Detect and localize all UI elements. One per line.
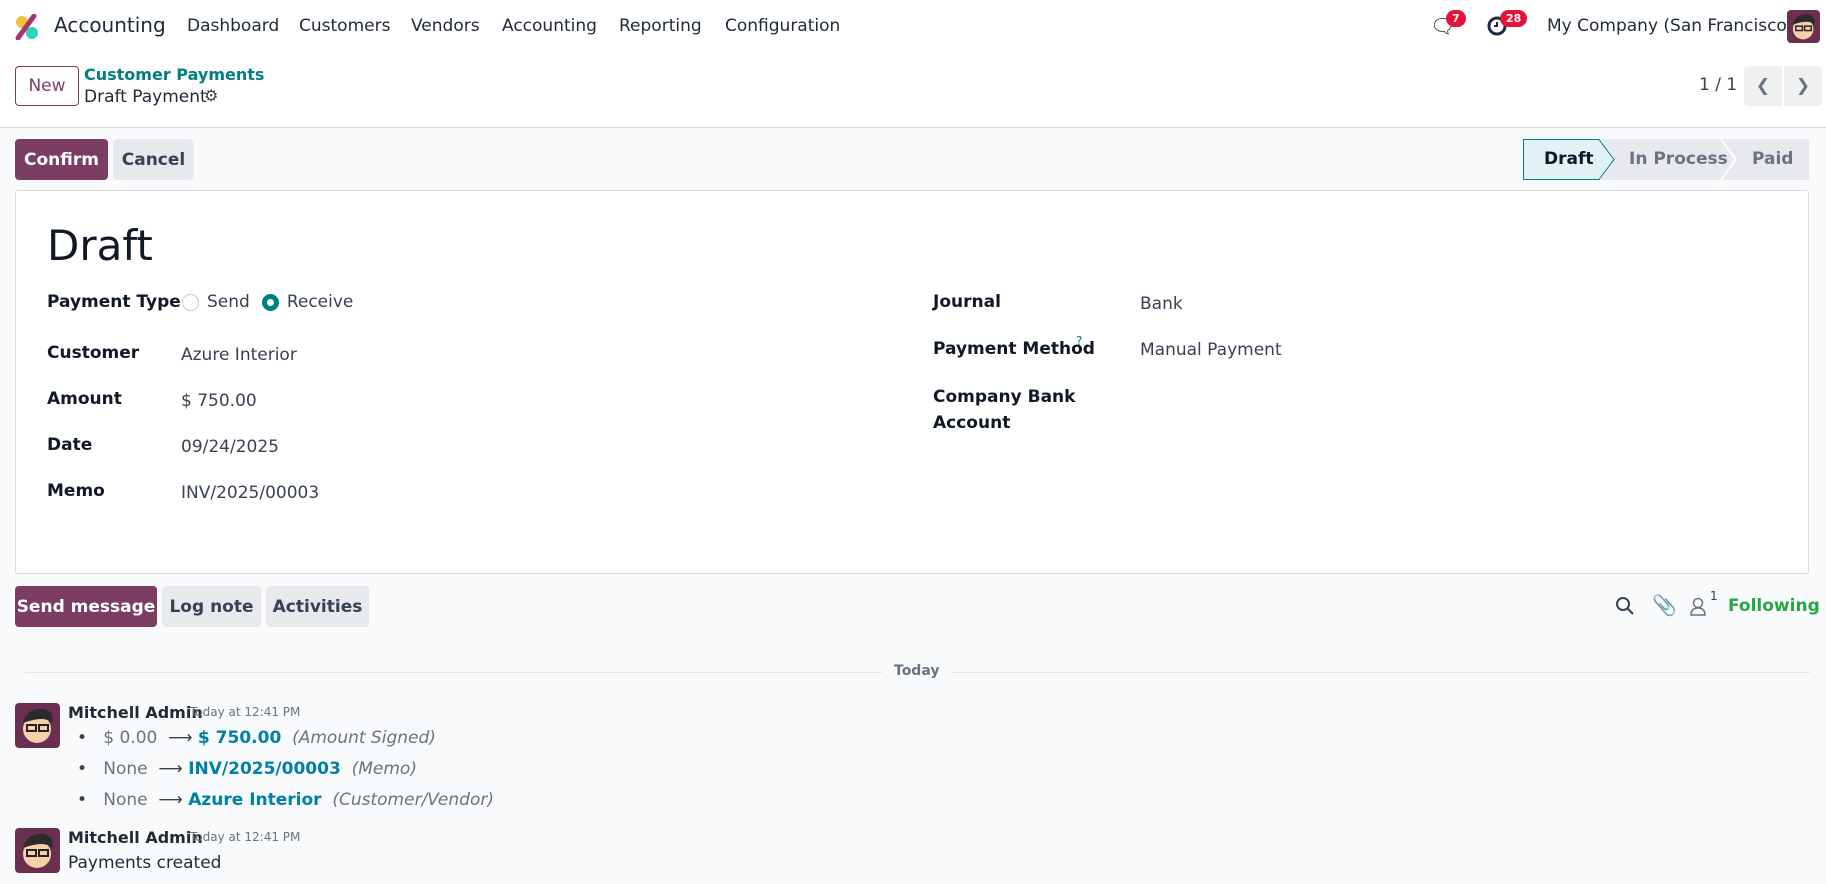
status-in-process[interactable]: In Process bbox=[1629, 149, 1728, 169]
activities-badge: 28 bbox=[1500, 10, 1528, 27]
menu-vendors[interactable]: Vendors bbox=[411, 16, 480, 36]
tracking-change: • None ⟶ INV/2025/00003 (Memo) bbox=[77, 759, 417, 779]
gear-icon[interactable]: ⚙ bbox=[204, 86, 218, 105]
author-avatar[interactable] bbox=[15, 703, 60, 748]
cancel-button[interactable]: Cancel bbox=[113, 139, 194, 180]
radio-send[interactable] bbox=[182, 293, 199, 311]
customer-label: Customer bbox=[47, 343, 140, 363]
memo-field[interactable]: INV/2025/00003 bbox=[181, 483, 319, 503]
customer-field[interactable]: Azure Interior bbox=[181, 345, 297, 365]
breadcrumb-current: Draft Payment bbox=[84, 87, 207, 107]
author-avatar[interactable] bbox=[15, 828, 60, 873]
breadcrumb-customer-payments[interactable]: Customer Payments bbox=[84, 65, 264, 84]
message-body: Payments created bbox=[68, 853, 222, 873]
radio-receive[interactable] bbox=[261, 293, 279, 311]
chevron-right-icon: ❯ bbox=[1795, 76, 1811, 96]
followers-icon[interactable] bbox=[1689, 597, 1707, 616]
payment-type-label: Payment Type bbox=[47, 292, 181, 312]
messages-badge: 7 bbox=[1446, 10, 1466, 27]
search-icon[interactable] bbox=[1615, 596, 1635, 616]
message-time: Today at 12:41 PM bbox=[190, 705, 301, 719]
avatar-face-icon bbox=[23, 708, 53, 743]
journal-label: Journal bbox=[933, 292, 1001, 312]
activities-button[interactable]: Activities bbox=[266, 586, 369, 627]
date-field[interactable]: 09/24/2025 bbox=[181, 437, 279, 457]
message-author: Mitchell Admin bbox=[68, 828, 203, 847]
field-name: (Customer/Vendor) bbox=[332, 790, 494, 810]
log-note-button[interactable]: Log note bbox=[162, 586, 261, 627]
new-value: Azure Interior bbox=[188, 790, 322, 810]
confirm-button[interactable]: Confirm bbox=[15, 139, 108, 180]
old-value: None bbox=[103, 759, 148, 779]
app-name[interactable]: Accounting bbox=[54, 13, 166, 37]
message-author: Mitchell Admin bbox=[68, 703, 203, 722]
date-label: Date bbox=[47, 435, 93, 455]
pager-previous-button[interactable]: ❮ bbox=[1744, 66, 1782, 106]
message-time: Today at 12:41 PM bbox=[190, 830, 301, 844]
send-message-button[interactable]: Send message bbox=[15, 586, 157, 627]
menu-configuration[interactable]: Configuration bbox=[725, 16, 840, 36]
new-button[interactable]: New bbox=[15, 66, 79, 106]
control-panel: New Customer Payments Draft Payment ⚙ 1 … bbox=[0, 54, 1826, 128]
record-title: Draft bbox=[47, 221, 153, 270]
payment-method-label: Payment Method bbox=[933, 339, 1095, 359]
journal-field[interactable]: Bank bbox=[1140, 294, 1183, 314]
field-name: (Memo) bbox=[351, 759, 417, 779]
app-logo-icon[interactable] bbox=[14, 14, 40, 40]
avatar-face-icon bbox=[1792, 14, 1815, 40]
status-draft[interactable]: Draft bbox=[1544, 149, 1594, 169]
amount-label: Amount bbox=[47, 389, 122, 409]
new-value: INV/2025/00003 bbox=[188, 759, 341, 779]
menu-accounting[interactable]: Accounting bbox=[502, 16, 597, 36]
field-name: (Amount Signed) bbox=[292, 728, 436, 748]
chevron-left-icon: ❮ bbox=[1755, 76, 1771, 96]
paperclip-icon[interactable]: 📎 bbox=[1652, 593, 1677, 617]
new-value: $ 750.00 bbox=[197, 728, 282, 748]
pager-next-button[interactable]: ❯ bbox=[1784, 66, 1822, 106]
payment-method-field[interactable]: Manual Payment bbox=[1140, 340, 1282, 360]
memo-label: Memo bbox=[47, 481, 105, 501]
activities-button[interactable]: 28 bbox=[1486, 10, 1528, 40]
old-value: $ 0.00 bbox=[103, 728, 158, 748]
date-divider-label: Today bbox=[882, 663, 952, 679]
followers-count: 1 bbox=[1710, 589, 1718, 603]
top-navbar: Accounting Dashboard Customers Vendors A… bbox=[0, 0, 1826, 54]
chatter-message: Mitchell Admin Today at 12:41 PM Payment… bbox=[15, 828, 300, 873]
company-bank-account-label: Company Bank Account bbox=[933, 387, 1076, 433]
amount-field[interactable]: $ 750.00 bbox=[181, 391, 257, 411]
status-paid[interactable]: Paid bbox=[1752, 149, 1793, 169]
form-sheet: Draft Payment Type Send Receive Customer… bbox=[15, 190, 1809, 574]
radio-receive-label[interactable]: Receive bbox=[287, 292, 354, 312]
menu-customers[interactable]: Customers bbox=[299, 16, 390, 36]
pager-value[interactable]: 1 / 1 bbox=[1699, 75, 1737, 95]
tracking-change: • None ⟶ Azure Interior (Customer/Vendor… bbox=[77, 790, 494, 810]
avatar-face-icon bbox=[23, 833, 53, 868]
menu-reporting[interactable]: Reporting bbox=[619, 16, 702, 36]
chatter-message: Mitchell Admin Today at 12:41 PM • $ 0.0… bbox=[15, 703, 494, 810]
help-tooltip-icon[interactable]: ? bbox=[1076, 334, 1082, 348]
messages-button[interactable]: 🗨 7 bbox=[1430, 10, 1466, 38]
old-value: None bbox=[103, 790, 148, 810]
payment-type-radio: Send Receive bbox=[182, 292, 353, 312]
menu-dashboard[interactable]: Dashboard bbox=[187, 16, 279, 36]
radio-send-label[interactable]: Send bbox=[207, 292, 250, 312]
user-avatar[interactable] bbox=[1787, 10, 1820, 43]
tracking-change: • $ 0.00 ⟶ $ 750.00 (Amount Signed) bbox=[77, 728, 436, 748]
following-button[interactable]: Following bbox=[1728, 596, 1820, 616]
company-switcher[interactable]: My Company (San Francisco) bbox=[1547, 16, 1793, 36]
